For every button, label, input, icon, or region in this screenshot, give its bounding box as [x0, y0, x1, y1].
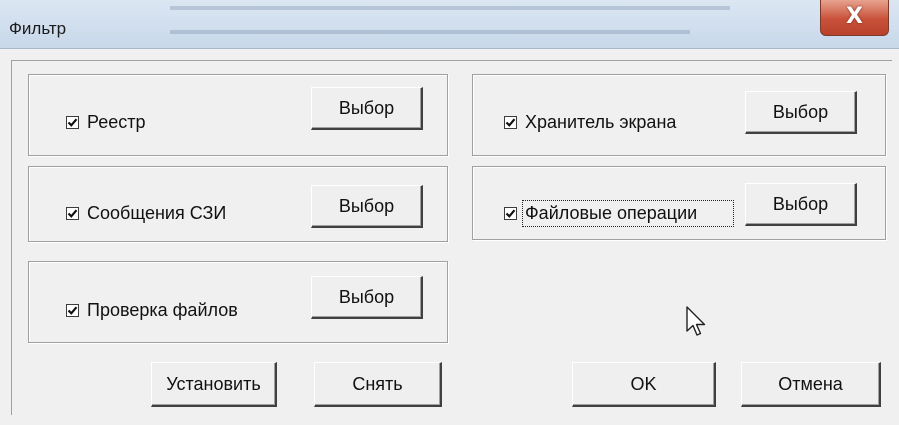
checkbox-box[interactable]	[66, 304, 79, 317]
checkbox-box[interactable]	[504, 116, 517, 129]
file-check-select-button[interactable]: Выбор	[311, 276, 423, 319]
file-operations-label: Файловые операции	[522, 200, 734, 227]
close-button[interactable]: X	[820, 0, 889, 36]
szi-messages-select-button[interactable]: Выбор	[311, 185, 423, 228]
checkbox-box[interactable]	[66, 207, 79, 220]
szi-messages-label: Сообщения СЗИ	[87, 203, 227, 223]
szi-messages-checkbox[interactable]: Сообщения СЗИ	[66, 203, 226, 224]
title-bar: Фильтр X	[0, 0, 899, 49]
checkmark-icon	[67, 306, 78, 315]
filter-dialog: Фильтр X Реестр Выбор Сообщения СЗИ Выбо…	[0, 0, 899, 425]
group-file-operations: Файловые операции Выбор	[472, 166, 886, 240]
checkbox-box[interactable]	[504, 207, 517, 220]
registry-select-button[interactable]: Выбор	[311, 87, 423, 130]
screen-saver-label: Хранитель экрана	[525, 112, 677, 132]
clear-button[interactable]: Снять	[314, 362, 442, 407]
group-szi-messages: Сообщения СЗИ Выбор	[28, 166, 448, 242]
group-file-check: Проверка файлов Выбор	[28, 261, 448, 343]
mouse-pointer-icon	[686, 306, 706, 343]
checkmark-icon	[67, 209, 78, 218]
file-operations-select-button[interactable]: Выбор	[745, 183, 857, 226]
screen-saver-checkbox[interactable]: Хранитель экрана	[504, 112, 676, 133]
registry-checkbox[interactable]: Реестр	[66, 112, 146, 133]
screen-saver-select-button[interactable]: Выбор	[745, 91, 857, 134]
checkmark-icon	[505, 209, 516, 218]
file-operations-checkbox[interactable]: Файловые операции	[504, 200, 734, 227]
group-registry: Реестр Выбор	[28, 74, 448, 156]
set-button[interactable]: Установить	[151, 362, 277, 407]
ok-button[interactable]: OK	[572, 362, 716, 407]
checkbox-box[interactable]	[66, 116, 79, 129]
checkmark-icon	[505, 118, 516, 127]
window-title: Фильтр	[9, 19, 67, 38]
cancel-button[interactable]: Отмена	[741, 362, 881, 407]
group-screen-saver: Хранитель экрана Выбор	[472, 74, 886, 156]
file-check-checkbox[interactable]: Проверка файлов	[66, 300, 238, 321]
checkmark-icon	[67, 118, 78, 127]
close-icon: X	[846, 3, 863, 29]
registry-label: Реестр	[87, 112, 146, 132]
file-check-label: Проверка файлов	[87, 300, 238, 320]
